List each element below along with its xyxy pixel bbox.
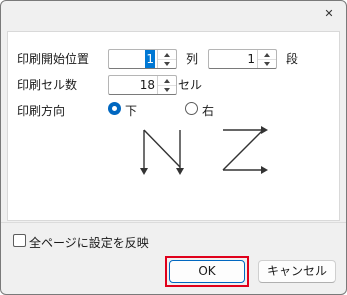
column-spinbox[interactable]: 1: [108, 49, 177, 69]
cell-count-value[interactable]: 18: [140, 76, 155, 94]
row-spin-buttons: [257, 50, 276, 68]
ok-button-highlight: [165, 256, 249, 287]
column-unit-label: 列: [186, 52, 199, 66]
column-decrement-button[interactable]: [158, 59, 176, 68]
cell-count-decrement-button[interactable]: [158, 85, 176, 94]
direction-down-radio[interactable]: [108, 102, 121, 115]
arrow-down-icon: [164, 87, 170, 92]
arrow-down-icon: [164, 61, 170, 66]
row-unit-label: 段: [286, 52, 299, 66]
cell-count-label: 印刷セル数: [17, 78, 78, 92]
down-direction-diagram-icon: [140, 129, 184, 175]
row-value[interactable]: 1: [247, 50, 255, 68]
arrow-up-icon: [164, 78, 170, 83]
arrow-down-icon: [264, 61, 270, 66]
print-start-position-label: 印刷開始位置: [17, 52, 90, 66]
arrow-up-icon: [164, 52, 170, 57]
arrow-up-icon: [264, 52, 270, 57]
print-settings-dialog: ✕ 印刷開始位置 1 列 1 段 印刷セル数 18 セル 印刷方向 下 右 全ペ…: [0, 0, 347, 295]
direction-label: 印刷方向: [17, 104, 66, 118]
row-decrement-button[interactable]: [258, 59, 276, 68]
row-spinbox[interactable]: 1: [208, 49, 277, 69]
cell-count-spinbox[interactable]: 18: [108, 75, 177, 95]
direction-right-radio[interactable]: [185, 102, 198, 115]
divider: [1, 222, 346, 223]
close-button[interactable]: ✕: [319, 3, 339, 23]
right-direction-diagram-icon: [222, 126, 268, 174]
column-spin-buttons: [157, 50, 176, 68]
settings-panel: 印刷開始位置 1 列 1 段 印刷セル数 18 セル 印刷方向 下 右: [7, 31, 340, 221]
cancel-button[interactable]: キャンセル: [258, 260, 336, 283]
column-value[interactable]: 1: [145, 50, 155, 68]
direction-right-label[interactable]: 右: [202, 102, 214, 119]
cell-count-spin-buttons: [157, 76, 176, 94]
apply-all-pages-label[interactable]: 全ページに設定を反映: [29, 234, 149, 251]
apply-all-pages-checkbox[interactable]: [13, 234, 26, 247]
cell-count-unit-label: セル: [178, 78, 203, 92]
close-icon: ✕: [324, 6, 334, 20]
direction-down-label[interactable]: 下: [125, 102, 137, 119]
